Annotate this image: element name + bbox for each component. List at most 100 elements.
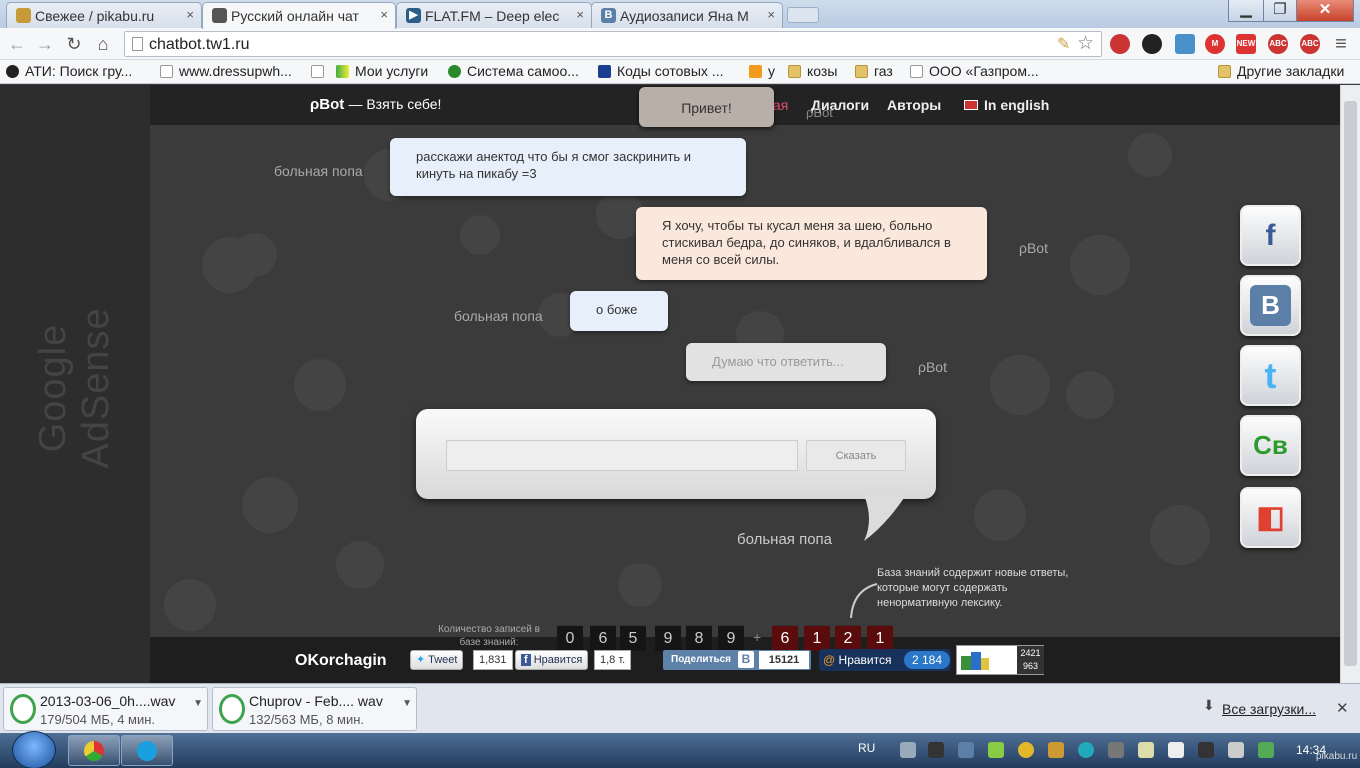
new-tab-button[interactable] [787,7,819,23]
volume-icon[interactable] [1228,742,1244,758]
tray-icon[interactable] [1108,742,1124,758]
close-window-button[interactable]: ✕ [1296,0,1354,22]
bookmark-folder[interactable]: козы [788,63,837,79]
nav-authors-link[interactable]: Авторы [887,97,941,113]
new-badge-icon[interactable]: NEW [1236,34,1256,54]
battery-icon[interactable] [1198,742,1214,758]
adsense-banner[interactable]: Google AdSense [0,85,150,683]
bookmark-item[interactable]: ООО «Газпром... [910,63,1039,79]
url-text: chatbot.tw1.ru [149,36,250,53]
user-message: расскажи анектод что бы я смог заскринит… [390,138,746,196]
bookmark-item[interactable]: у [749,63,775,79]
vk-icon[interactable] [958,742,974,758]
minimize-button[interactable]: ▁ [1228,0,1264,22]
close-icon[interactable]: × [186,7,194,22]
services-icon [336,65,349,78]
bookmark-item[interactable]: www.dressupwh... [160,63,292,79]
note-arrow [850,583,878,619]
input-bubble-tail [846,495,906,541]
bookmark-item[interactable]: Мои услуги [336,63,428,79]
start-button[interactable] [12,731,56,768]
cb-icon: Св [1253,430,1288,460]
home-icon[interactable]: ⌂ [92,33,114,55]
adsense-text: Google AdSense [32,307,117,469]
page-icon [311,65,324,78]
close-icon[interactable]: × [576,7,584,22]
forward-icon[interactable]: → [34,33,56,55]
extension-icon[interactable] [1175,34,1195,54]
say-button[interactable]: Сказать [806,440,906,471]
share-vk-button[interactable]: B [1240,275,1301,336]
maximize-button[interactable]: ❐ [1263,0,1297,22]
download-item[interactable]: Chuprov - Feb.... wav 132/563 МБ, 8 мин.… [212,687,417,731]
tray-icon[interactable] [900,742,916,758]
bookmark-star-icon[interactable]: ☆ [1077,32,1094,55]
close-icon[interactable]: ✕ [1336,699,1349,717]
uk-flag-icon [964,100,978,110]
spellcheck-icon[interactable]: ABC [1268,34,1288,54]
share-cb-button[interactable]: Св [1240,415,1301,476]
folder-icon [855,65,868,78]
tab-label: Русский онлайн чат [231,8,359,24]
facebook-icon: f [521,654,531,666]
close-icon[interactable]: × [767,7,775,22]
bookmark-item[interactable]: Коды сотовых ... [598,63,724,79]
spellcheck-icon[interactable]: ABC [1300,34,1320,54]
share-facebook-button[interactable]: f [1240,205,1301,266]
knowledge-warning: База знаний содержит новые ответы, котор… [877,567,1069,609]
other-bookmarks[interactable]: Другие закладки [1218,63,1344,79]
close-icon[interactable]: × [380,7,388,22]
chevron-down-icon[interactable]: ▼ [193,698,203,709]
adblock-icon[interactable] [1110,34,1130,54]
tab-vk-audio[interactable]: B Аудиозаписи Яна М × [591,2,783,28]
flag-icon[interactable] [1168,742,1184,758]
back-icon[interactable]: ← [6,33,28,55]
odnoklassniki-icon [749,65,762,78]
liveinternet-logo [961,652,989,670]
user-message: о боже [570,291,668,331]
globe-icon [448,65,461,78]
record-icon[interactable] [1142,34,1162,54]
fb-like-button[interactable]: f Нравится [515,650,589,670]
language-indicator[interactable]: RU [858,741,875,755]
reload-icon[interactable]: ↻ [63,33,85,55]
extension-icon[interactable]: M [1205,34,1225,54]
broom-icon[interactable]: ✎ [1057,34,1070,54]
address-bar[interactable]: chatbot.tw1.ru ✎ ☆ [124,31,1102,57]
bitcoin-icon[interactable] [1048,742,1064,758]
tray-icon[interactable] [1078,742,1094,758]
greeting-bubble: Привет! [639,87,774,127]
vk-icon: B [1250,285,1291,326]
download-item[interactable]: 2013-03-06_0h....wav 179/504 МБ, 4 мин. … [3,687,208,731]
taskbar-chrome[interactable] [68,735,120,766]
message-input[interactable] [446,440,798,471]
facebook-icon: f [1265,219,1276,252]
bookmark-item[interactable]: Система самоо... [448,63,579,79]
chevron-down-icon[interactable]: ▼ [402,698,412,709]
taskbar-skype[interactable] [121,735,173,766]
share-twitter-button[interactable]: t [1240,345,1301,406]
chrome-icon [84,741,104,761]
tray-icon[interactable] [988,742,1004,758]
menu-icon[interactable]: ≡ [1330,33,1352,55]
bookmark-item[interactable] [311,63,330,79]
page-scrollbar[interactable] [1340,85,1360,683]
tray-icon[interactable] [1018,742,1034,758]
tweet-button[interactable]: ✦ Tweet [410,650,464,670]
download-filename: Chuprov - Feb.... wav [249,693,383,709]
bookmark-folder[interactable]: газ [855,63,893,79]
monitor-icon[interactable] [928,742,944,758]
liveinternet-stats: 2421 963 [1017,646,1044,674]
all-downloads-link[interactable]: Все загрузки... [1222,701,1316,717]
chrome-store-button[interactable]: ◧ [1240,487,1301,548]
scrollbar-thumb[interactable] [1344,101,1357,666]
tab-chat[interactable]: Русский онлайн чат × [202,2,396,29]
tab-flatfm[interactable]: ▶ FLAT.FM – Deep elec × [396,2,592,28]
bookmark-item[interactable]: АТИ: Поиск гру... [6,63,132,79]
tray-icon[interactable] [1138,742,1154,758]
tab-pikabu[interactable]: Свежее / pikabu.ru × [6,2,202,28]
author-brand[interactable]: OKorchagin [295,652,387,670]
network-icon[interactable] [1258,742,1274,758]
nav-english-link[interactable]: In english [964,97,1049,113]
site-logo[interactable]: ρBot — Взять себе! [310,96,441,113]
